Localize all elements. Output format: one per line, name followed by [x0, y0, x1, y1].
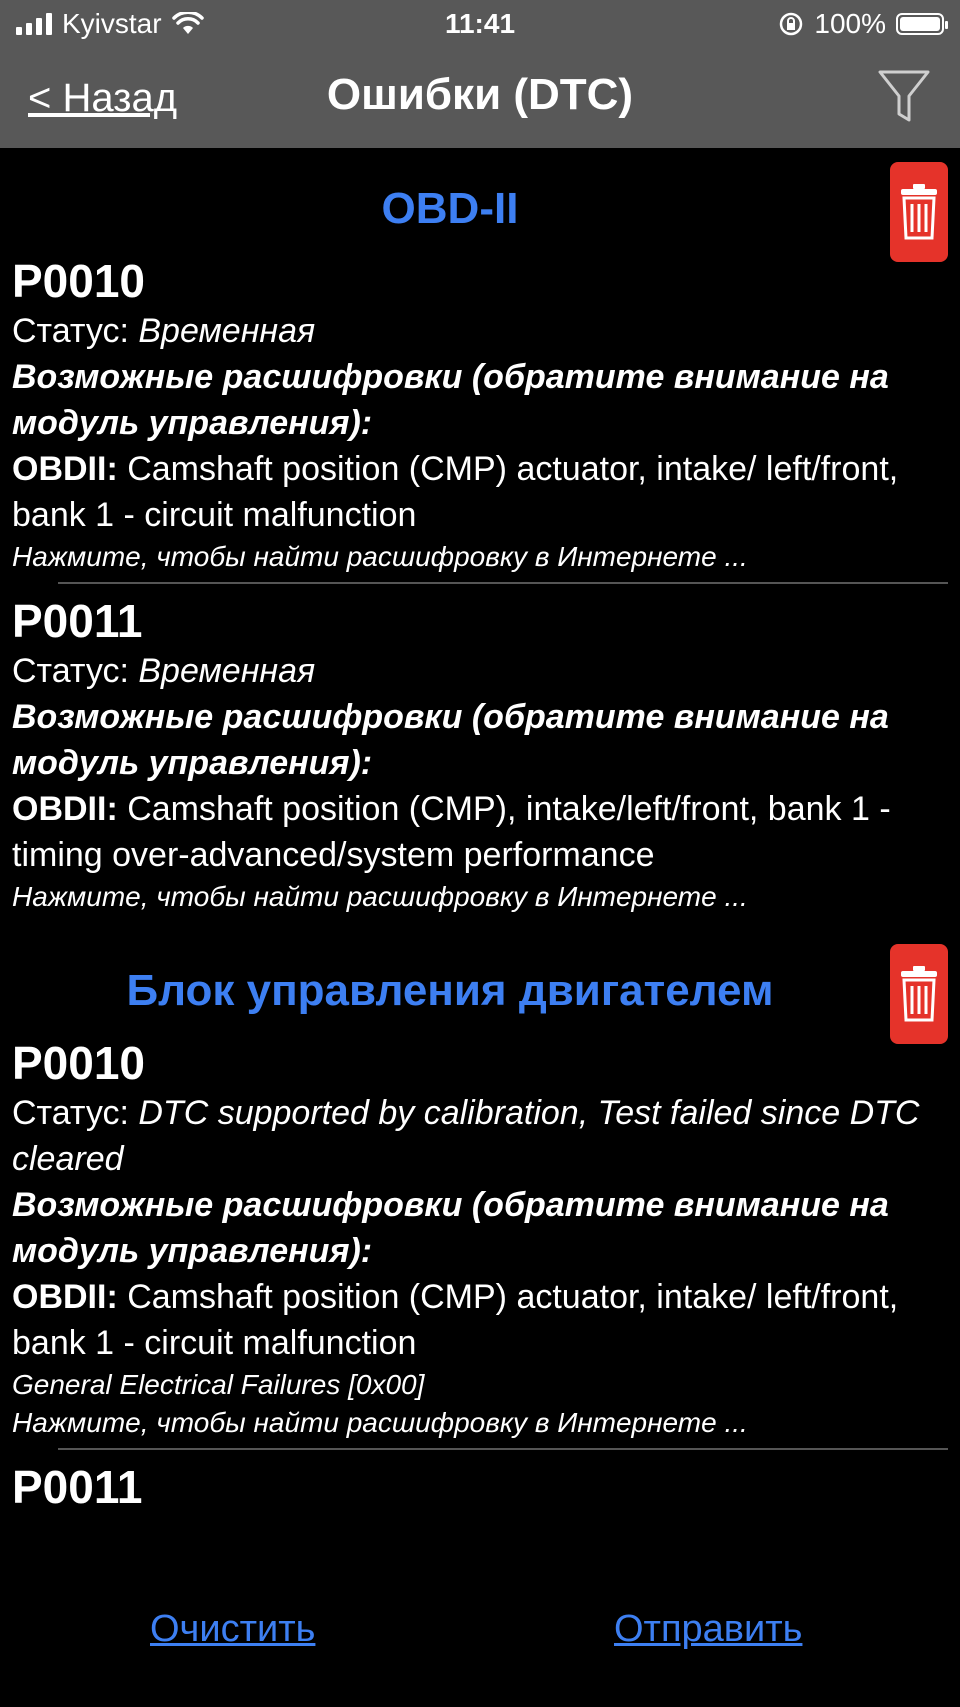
status-value: Временная	[138, 652, 316, 690]
trash-icon	[901, 184, 937, 240]
dtc-code: P0011	[12, 1461, 143, 1513]
dtc-item[interactable]: P0011	[0, 1460, 960, 1514]
obd-label: OBDII:	[12, 1278, 128, 1316]
top-bar: Kyivstar 11:41 100% < Назад Ошибки (DTC)	[0, 0, 960, 148]
dtc-item[interactable]: P0011 Статус: Временная Возможные расшиф…	[0, 594, 960, 916]
clear-button[interactable]: Очистить	[150, 1608, 315, 1651]
dtc-extra-info: General Electrical Failures [0x00]	[12, 1369, 425, 1400]
orientation-lock-icon	[780, 12, 803, 36]
battery-icon	[896, 13, 948, 35]
filter-button[interactable]	[876, 66, 932, 126]
status-label: Статус:	[12, 652, 139, 690]
decodings-heading: Возможные расшифровки (обратите внимание…	[12, 1186, 889, 1270]
nav-bar: < Назад Ошибки (DTC)	[0, 50, 960, 148]
status-value: DTC supported by calibration, Test faile…	[12, 1094, 920, 1178]
search-link[interactable]: Нажмите, чтобы найти расшифровку в Интер…	[12, 878, 948, 916]
description-text: Camshaft position (CMP) actuator, intake…	[12, 450, 899, 534]
dtc-item[interactable]: P0010 Статус: DTC supported by calibrati…	[0, 1036, 960, 1442]
search-link[interactable]: Нажмите, чтобы найти расшифровку в Интер…	[12, 1404, 948, 1442]
decodings-heading: Возможные расшифровки (обратите внимание…	[12, 358, 889, 442]
page-title: Ошибки (DTC)	[326, 70, 634, 119]
dtc-description: OBDII: Camshaft position (CMP), intake/l…	[12, 786, 948, 878]
dtc-description: OBDII: Camshaft position (CMP) actuator,…	[12, 1274, 948, 1366]
delete-section-button[interactable]	[890, 162, 948, 262]
divider	[58, 1448, 948, 1450]
delete-section-button[interactable]	[890, 944, 948, 1044]
dtc-code: P0010	[12, 255, 146, 307]
dtc-status: Статус: Временная	[12, 648, 948, 694]
dtc-code: P0010	[12, 1037, 146, 1089]
send-button[interactable]: Отправить	[614, 1608, 802, 1651]
description-text: Camshaft position (CMP), intake/left/fro…	[12, 790, 891, 874]
dtc-status: Статус: Временная	[12, 308, 948, 354]
divider	[58, 582, 948, 584]
status-right: 100%	[778, 8, 948, 40]
status-label: Статус:	[12, 1094, 139, 1132]
section-header-engine: Блок управления двигателем	[0, 930, 960, 1044]
status-value: Временная	[138, 312, 316, 350]
screen: Kyivstar 11:41 100% < Назад Ошибки (DTC)…	[0, 0, 960, 1707]
section-header-obd2: OBD-II	[0, 148, 960, 262]
obd-label: OBDII:	[12, 450, 128, 488]
status-bar: Kyivstar 11:41 100%	[0, 0, 960, 50]
section-title: Блок управления двигателем	[126, 966, 774, 1015]
dtc-list[interactable]: OBD-II P0010 Статус: Временная Возможные…	[0, 148, 960, 1588]
trash-icon	[901, 966, 937, 1022]
description-text: Camshaft position (CMP) actuator, intake…	[12, 1278, 899, 1362]
status-label: Статус:	[12, 312, 139, 350]
obd-label: OBDII:	[12, 790, 128, 828]
dtc-item[interactable]: P0010 Статус: Временная Возможные расшиф…	[0, 254, 960, 576]
dtc-description: OBDII: Camshaft position (CMP) actuator,…	[12, 446, 948, 538]
bottom-toolbar: Очистить Отправить	[0, 1588, 960, 1707]
search-link[interactable]: Нажмите, чтобы найти расшифровку в Интер…	[12, 538, 948, 576]
section-title: OBD-II	[381, 184, 519, 233]
decodings-heading: Возможные расшифровки (обратите внимание…	[12, 698, 889, 782]
dtc-status: Статус: DTC supported by calibration, Te…	[12, 1090, 948, 1182]
battery-percent: 100%	[814, 8, 886, 39]
filter-icon	[878, 70, 930, 122]
dtc-code: P0011	[12, 595, 143, 647]
